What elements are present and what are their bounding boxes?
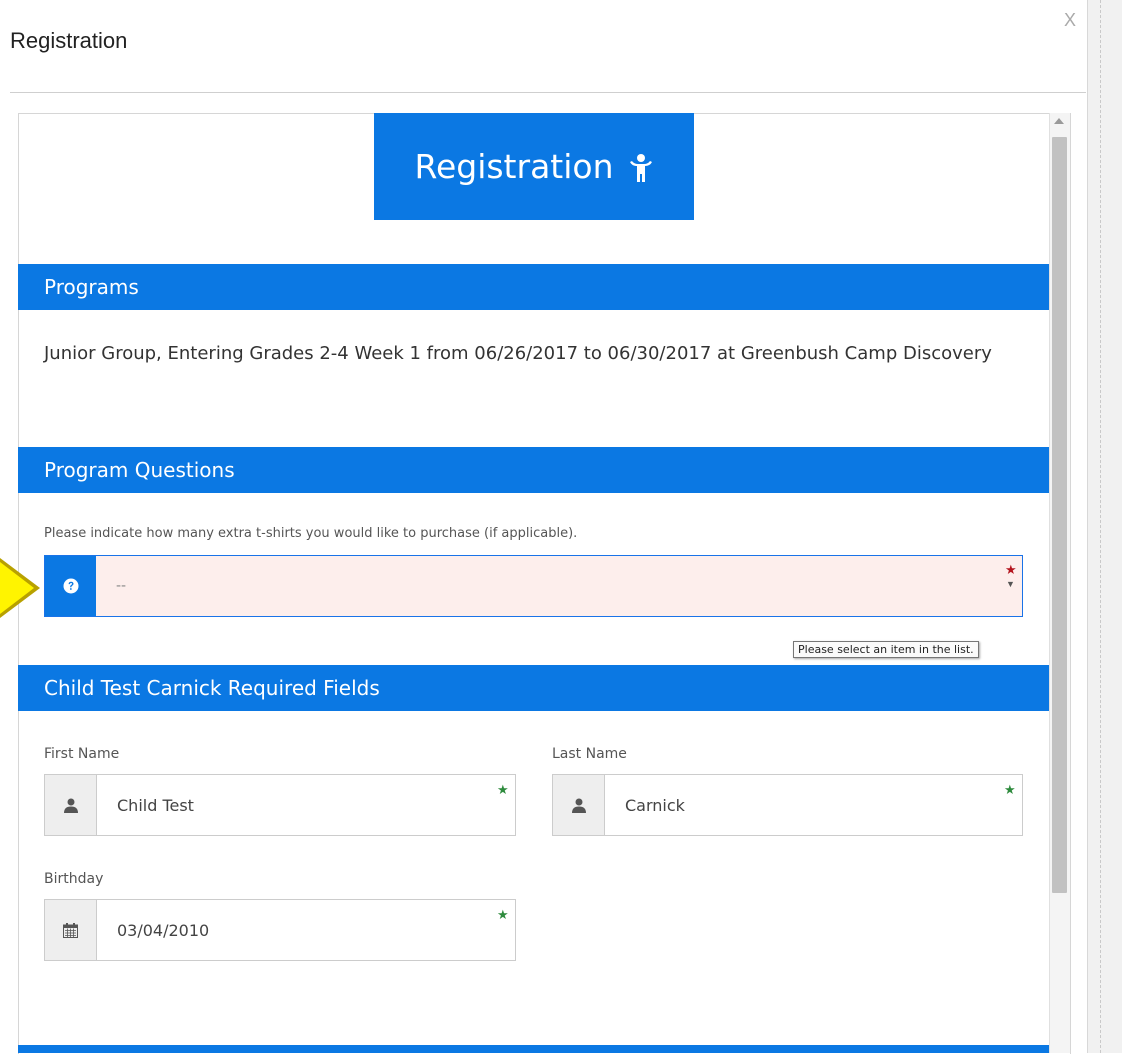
tshirt-question-label: Please indicate how many extra t-shirts … bbox=[44, 526, 578, 541]
birthday-field[interactable]: 03/04/2010 ★ bbox=[44, 899, 516, 961]
scrollbar-thumb[interactable] bbox=[1052, 137, 1067, 893]
modal-title: Registration bbox=[10, 28, 128, 53]
close-button[interactable]: X bbox=[1064, 10, 1076, 31]
section-programs: Programs bbox=[18, 264, 1049, 310]
select-current-value: -- bbox=[116, 578, 127, 594]
registration-banner: Registration bbox=[374, 113, 694, 220]
question-circle-icon bbox=[45, 556, 96, 616]
chevron-down-icon: ▼ bbox=[1006, 579, 1015, 589]
birthday-value: 03/04/2010 bbox=[117, 920, 210, 940]
section-programs-title: Programs bbox=[44, 275, 139, 299]
section-program-questions: Program Questions bbox=[18, 447, 1049, 493]
background-divider bbox=[1100, 0, 1101, 1053]
user-icon bbox=[553, 775, 605, 835]
last-name-field[interactable]: Carnick ★ bbox=[552, 774, 1023, 836]
required-star-icon: ★ bbox=[497, 907, 509, 922]
header-divider bbox=[10, 92, 1086, 93]
required-star-icon: ★ bbox=[1004, 782, 1016, 797]
scroll-up-arrow[interactable] bbox=[1054, 118, 1064, 124]
first-name-field[interactable]: Child Test ★ bbox=[44, 774, 516, 836]
highlight-arrow-fill bbox=[0, 562, 34, 614]
required-star-icon: ★ bbox=[497, 782, 509, 797]
program-description: Junior Group, Entering Grades 2-4 Week 1… bbox=[44, 343, 992, 364]
user-icon bbox=[45, 775, 97, 835]
first-name-label: First Name bbox=[44, 746, 120, 762]
last-name-value: Carnick bbox=[625, 795, 685, 815]
validation-tooltip: Please select an item in the list. bbox=[793, 641, 979, 658]
first-name-value: Child Test bbox=[117, 795, 194, 815]
birthday-label: Birthday bbox=[44, 871, 104, 887]
last-name-label: Last Name bbox=[552, 746, 627, 762]
background-page-edge bbox=[1087, 0, 1122, 1053]
calendar-icon bbox=[45, 900, 97, 960]
section-required-fields: Child Test Carnick Required Fields bbox=[18, 665, 1049, 711]
child-icon bbox=[628, 152, 654, 182]
section-required-fields-title: Child Test Carnick Required Fields bbox=[44, 676, 380, 700]
banner-title: Registration bbox=[414, 147, 614, 186]
section-program-questions-title: Program Questions bbox=[44, 458, 235, 482]
tshirt-quantity-select[interactable]: -- ★ ▼ bbox=[44, 555, 1023, 617]
section-next-bar bbox=[18, 1045, 1049, 1053]
required-star-icon: ★ bbox=[1005, 562, 1017, 577]
